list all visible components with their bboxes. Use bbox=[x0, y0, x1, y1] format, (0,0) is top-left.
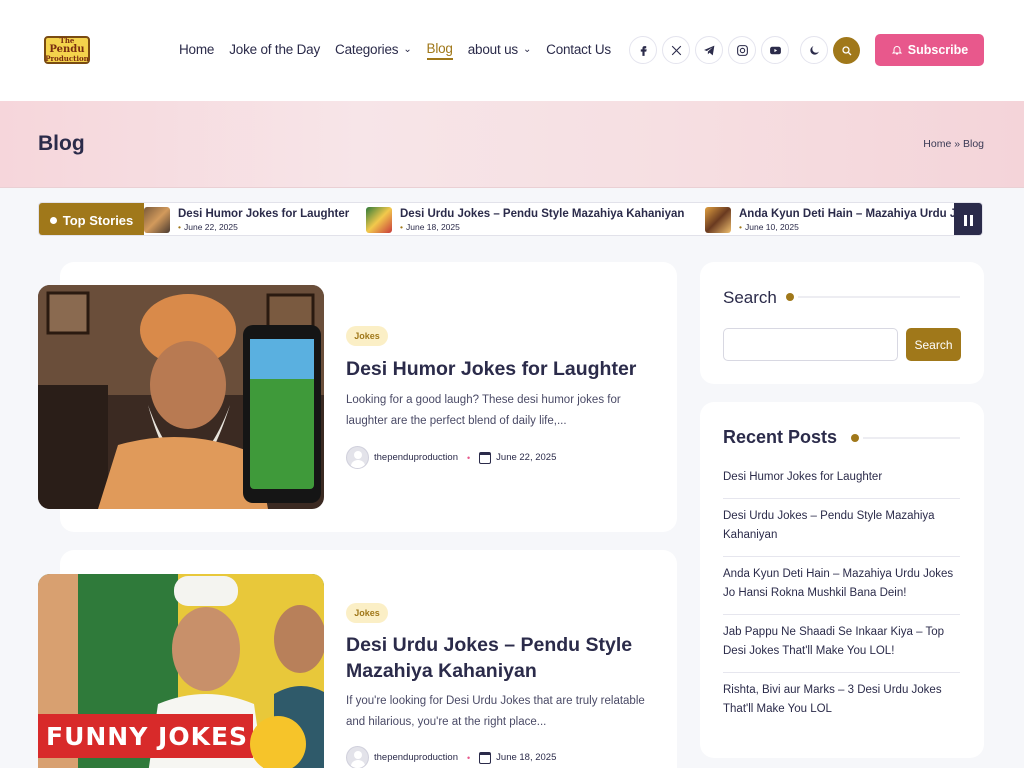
post-meta: thependuproduction • June 22, 2025 bbox=[346, 446, 556, 469]
ticker-item[interactable]: Desi Urdu Jokes – Pendu Style Mazahiya K… bbox=[366, 206, 684, 234]
post-meta: thependuproduction • June 18, 2025 bbox=[346, 746, 556, 768]
calendar-icon bbox=[479, 751, 492, 764]
image-caption: FUNNY JOKES bbox=[46, 722, 249, 751]
post-title[interactable]: Desi Urdu Jokes – Pendu Style Mazahiya K… bbox=[346, 632, 656, 684]
nav-contact-us[interactable]: Contact Us bbox=[546, 38, 611, 60]
post-author[interactable]: thependuproduction bbox=[374, 452, 458, 463]
calendar-icon bbox=[479, 451, 492, 464]
nav-home[interactable]: Home bbox=[179, 38, 214, 60]
search-widget: Search Search bbox=[700, 262, 984, 384]
nav-about-us[interactable]: about us ⌄ bbox=[468, 38, 532, 60]
site-header: The Pendu Production Home Joke of the Da… bbox=[0, 0, 1024, 101]
recent-post-link[interactable]: Rishta, Bivi aur Marks – 3 Desi Urdu Jok… bbox=[723, 673, 960, 730]
recent-post-link[interactable]: Desi Urdu Jokes – Pendu Style Mazahiya K… bbox=[723, 499, 960, 557]
post-image[interactable] bbox=[38, 285, 324, 509]
header-search-button[interactable] bbox=[833, 37, 860, 64]
nav-blog[interactable]: Blog bbox=[426, 38, 453, 60]
page-title: Blog bbox=[38, 132, 85, 155]
recent-posts-list: Desi Humor Jokes for Laughter Desi Urdu … bbox=[723, 460, 960, 730]
avatar bbox=[346, 446, 369, 469]
post-image[interactable]: FUNNY JOKES bbox=[38, 574, 324, 768]
search-icon bbox=[841, 45, 851, 55]
search-input[interactable] bbox=[723, 328, 898, 361]
recent-posts-widget: Recent Posts Desi Humor Jokes for Laught… bbox=[700, 402, 984, 758]
ticker-thumbnail bbox=[705, 207, 731, 233]
subscribe-button[interactable]: Subscribe bbox=[875, 34, 984, 66]
chevron-down-icon: ⌄ bbox=[403, 43, 412, 55]
avatar bbox=[346, 746, 369, 768]
ticker-thumbnail bbox=[366, 207, 392, 233]
recent-post-link[interactable]: Anda Kyun Deti Hain – Mazahiya Urdu Joke… bbox=[723, 557, 960, 615]
moon-icon bbox=[809, 45, 819, 55]
bell-icon bbox=[891, 46, 902, 55]
recent-post-link[interactable]: Desi Humor Jokes for Laughter bbox=[723, 460, 960, 499]
facebook-icon[interactable] bbox=[629, 36, 657, 64]
top-stories-ticker: Top Stories Desi Humor Jokes for Laughte… bbox=[38, 202, 983, 236]
top-stories-label: Top Stories bbox=[39, 203, 144, 235]
instagram-icon[interactable] bbox=[728, 36, 756, 64]
nav-joke-of-the-day[interactable]: Joke of the Day bbox=[229, 38, 320, 60]
post-excerpt: Looking for a good laugh? These desi hum… bbox=[346, 394, 621, 427]
logo-line-bottom: Production bbox=[45, 54, 89, 63]
ticker-item[interactable]: Desi Humor Jokes for LaughterJune 22, 20… bbox=[144, 206, 349, 234]
x-icon[interactable] bbox=[662, 36, 690, 64]
breadcrumb-current: Blog bbox=[962, 138, 984, 150]
ticker-thumbnail bbox=[144, 207, 170, 233]
chevron-down-icon: ⌄ bbox=[522, 43, 532, 55]
recent-posts-title: Recent Posts bbox=[723, 427, 838, 447]
post-date: June 18, 2025 bbox=[496, 752, 557, 763]
search-widget-title: Search bbox=[723, 288, 777, 307]
ticker-pause-button[interactable] bbox=[954, 203, 982, 235]
breadcrumb-home[interactable]: Home bbox=[923, 138, 951, 150]
social-links bbox=[629, 36, 789, 64]
youtube-icon[interactable] bbox=[761, 36, 789, 64]
post-excerpt: If you're looking for Desi Urdu Jokes th… bbox=[346, 695, 645, 728]
ticker-item[interactable]: Anda Kyun Deti Hain – Mazahiya Urdu Joke… bbox=[705, 206, 955, 234]
main-nav: Home Joke of the Day Categories ⌄ Blog ab… bbox=[179, 38, 626, 60]
site-logo[interactable]: The Pendu Production bbox=[44, 36, 90, 64]
category-badge[interactable]: Jokes bbox=[346, 603, 388, 623]
breadcrumb-separator: » bbox=[954, 138, 961, 150]
category-badge[interactable]: Jokes bbox=[346, 326, 388, 346]
telegram-icon[interactable] bbox=[695, 36, 723, 64]
page-banner: Blog Home » Blog bbox=[0, 101, 1024, 188]
breadcrumb: Home » Blog bbox=[923, 138, 984, 150]
post-date: June 22, 2025 bbox=[496, 452, 557, 463]
post-author[interactable]: thependuproduction bbox=[374, 752, 458, 763]
nav-categories[interactable]: Categories ⌄ bbox=[335, 38, 412, 60]
recent-post-link[interactable]: Jab Pappu Ne Shaadi Se Inkaar Kiya – Top… bbox=[723, 615, 960, 673]
post-title[interactable]: Desi Humor Jokes for Laughter bbox=[346, 356, 656, 382]
search-button[interactable]: Search bbox=[906, 328, 961, 361]
dark-mode-toggle[interactable] bbox=[800, 36, 828, 64]
